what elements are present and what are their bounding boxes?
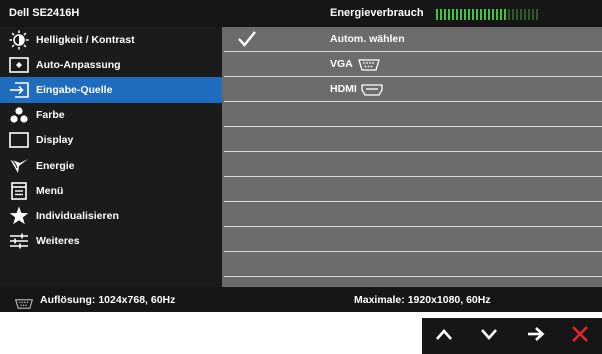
option-label: VGA [330, 58, 353, 70]
right-arrow-icon [527, 326, 545, 347]
sidebar-item-label: Menü [36, 184, 64, 197]
energy-usage-label: Energieverbrauch [330, 7, 424, 19]
energy-meter-segment [444, 9, 446, 20]
energy-meter-segment [436, 9, 438, 20]
sidebar-item-menu[interactable]: Menü [0, 178, 222, 203]
auto-adjust-icon [7, 55, 31, 75]
energy-meter [436, 9, 538, 20]
color-icon [7, 105, 31, 125]
energy-meter-segment [532, 9, 534, 20]
energy-meter-segment [512, 9, 514, 20]
sidebar-item-display[interactable]: Display [0, 128, 222, 153]
option-empty-row [224, 102, 602, 127]
energy-meter-segment [480, 9, 482, 20]
sidebar-item-auto-adjust[interactable]: Auto-Anpassung [0, 52, 222, 77]
sidebar-item-label: Energie [36, 159, 75, 172]
input-source-options: Autom. wählen VGA HDMI [224, 27, 602, 287]
energy-meter-segment [472, 9, 474, 20]
sidebar-item-label: Display [36, 134, 74, 147]
title-bar: Dell SE2416H Energieverbrauch [0, 0, 602, 27]
energy-meter-segment [496, 9, 498, 20]
display-icon [7, 130, 31, 150]
energy-meter-segment [484, 9, 486, 20]
sidebar-item-label: Farbe [36, 109, 65, 122]
monitor-model-title: Dell SE2416H [9, 7, 80, 19]
sidebar-item-label: Eingabe-Quelle [36, 83, 113, 96]
sidebar-item-brightness-contrast[interactable]: Helligkeit / Kontrast [0, 27, 222, 52]
option-hdmi[interactable]: HDMI [224, 77, 602, 102]
navigation-buttons [422, 318, 602, 354]
up-button[interactable] [426, 318, 462, 354]
input-source-icon [7, 80, 31, 100]
energy-meter-segment [448, 9, 450, 20]
brightness-icon [7, 30, 31, 50]
sidebar-item-label: Individualisieren [36, 209, 119, 222]
up-arrow-icon [435, 327, 453, 346]
energy-meter-segment [524, 9, 526, 20]
sidebar-item-others[interactable]: Weiteres [0, 229, 222, 254]
option-empty-row [224, 152, 602, 177]
energy-meter-segment [508, 9, 510, 20]
option-auto-select[interactable]: Autom. wählen [224, 27, 602, 52]
osd-menu: Dell SE2416H Energieverbrauch Helligkeit… [0, 0, 602, 312]
menu-icon [7, 181, 31, 201]
energy-meter-segment [464, 9, 466, 20]
option-empty-row [224, 252, 602, 277]
energy-meter-segment [488, 9, 490, 20]
maximum-resolution: Maximale: 1920x1080, 60Hz [354, 294, 491, 306]
down-button[interactable] [471, 318, 507, 354]
sidebar-item-label: Helligkeit / Kontrast [36, 33, 135, 46]
energy-meter-segment [492, 9, 494, 20]
energy-icon [7, 156, 31, 176]
sidebar-item-label: Weiteres [36, 235, 80, 248]
option-empty-row [224, 202, 602, 227]
energy-meter-segment [452, 9, 454, 20]
energy-meter-segment [456, 9, 458, 20]
energy-meter-segment [528, 9, 530, 20]
sidebar-item-label: Auto-Anpassung [36, 58, 121, 71]
down-arrow-icon [480, 327, 498, 346]
sidebar-item-color[interactable]: Farbe [0, 103, 222, 128]
energy-meter-segment [500, 9, 502, 20]
option-label: HDMI [330, 83, 357, 95]
vga-port-icon [14, 296, 34, 314]
option-label: Autom. wählen [330, 33, 405, 45]
energy-meter-segment [504, 9, 506, 20]
status-bar: Auflösung: 1024x768, 60Hz Maximale: 1920… [0, 287, 602, 312]
sidebar-menu: Helligkeit / Kontrast Auto-Anpassung Ein… [0, 27, 222, 287]
option-empty-row [224, 177, 602, 202]
sidebar-item-input-source[interactable]: Eingabe-Quelle [0, 77, 222, 103]
enter-button[interactable] [518, 318, 554, 354]
option-empty-row [224, 227, 602, 252]
energy-meter-segment [468, 9, 470, 20]
energy-meter-segment [516, 9, 518, 20]
energy-meter-segment [460, 9, 462, 20]
star-icon [7, 206, 31, 226]
sidebar-item-personalize[interactable]: Individualisieren [0, 203, 222, 228]
hdmi-port-icon [361, 83, 383, 101]
current-resolution: Auflösung: 1024x768, 60Hz [40, 294, 176, 306]
sidebar-item-energy[interactable]: Energie [0, 153, 222, 178]
others-icon [7, 231, 31, 251]
exit-button[interactable] [562, 318, 598, 354]
energy-meter-segment [536, 9, 538, 20]
energy-meter-segment [476, 9, 478, 20]
energy-meter-segment [520, 9, 522, 20]
energy-meter-segment [440, 9, 442, 20]
close-icon [571, 325, 589, 348]
option-empty-row [224, 127, 602, 152]
option-vga[interactable]: VGA [224, 52, 602, 77]
vga-port-icon [358, 58, 380, 76]
checkmark-icon [236, 29, 258, 49]
